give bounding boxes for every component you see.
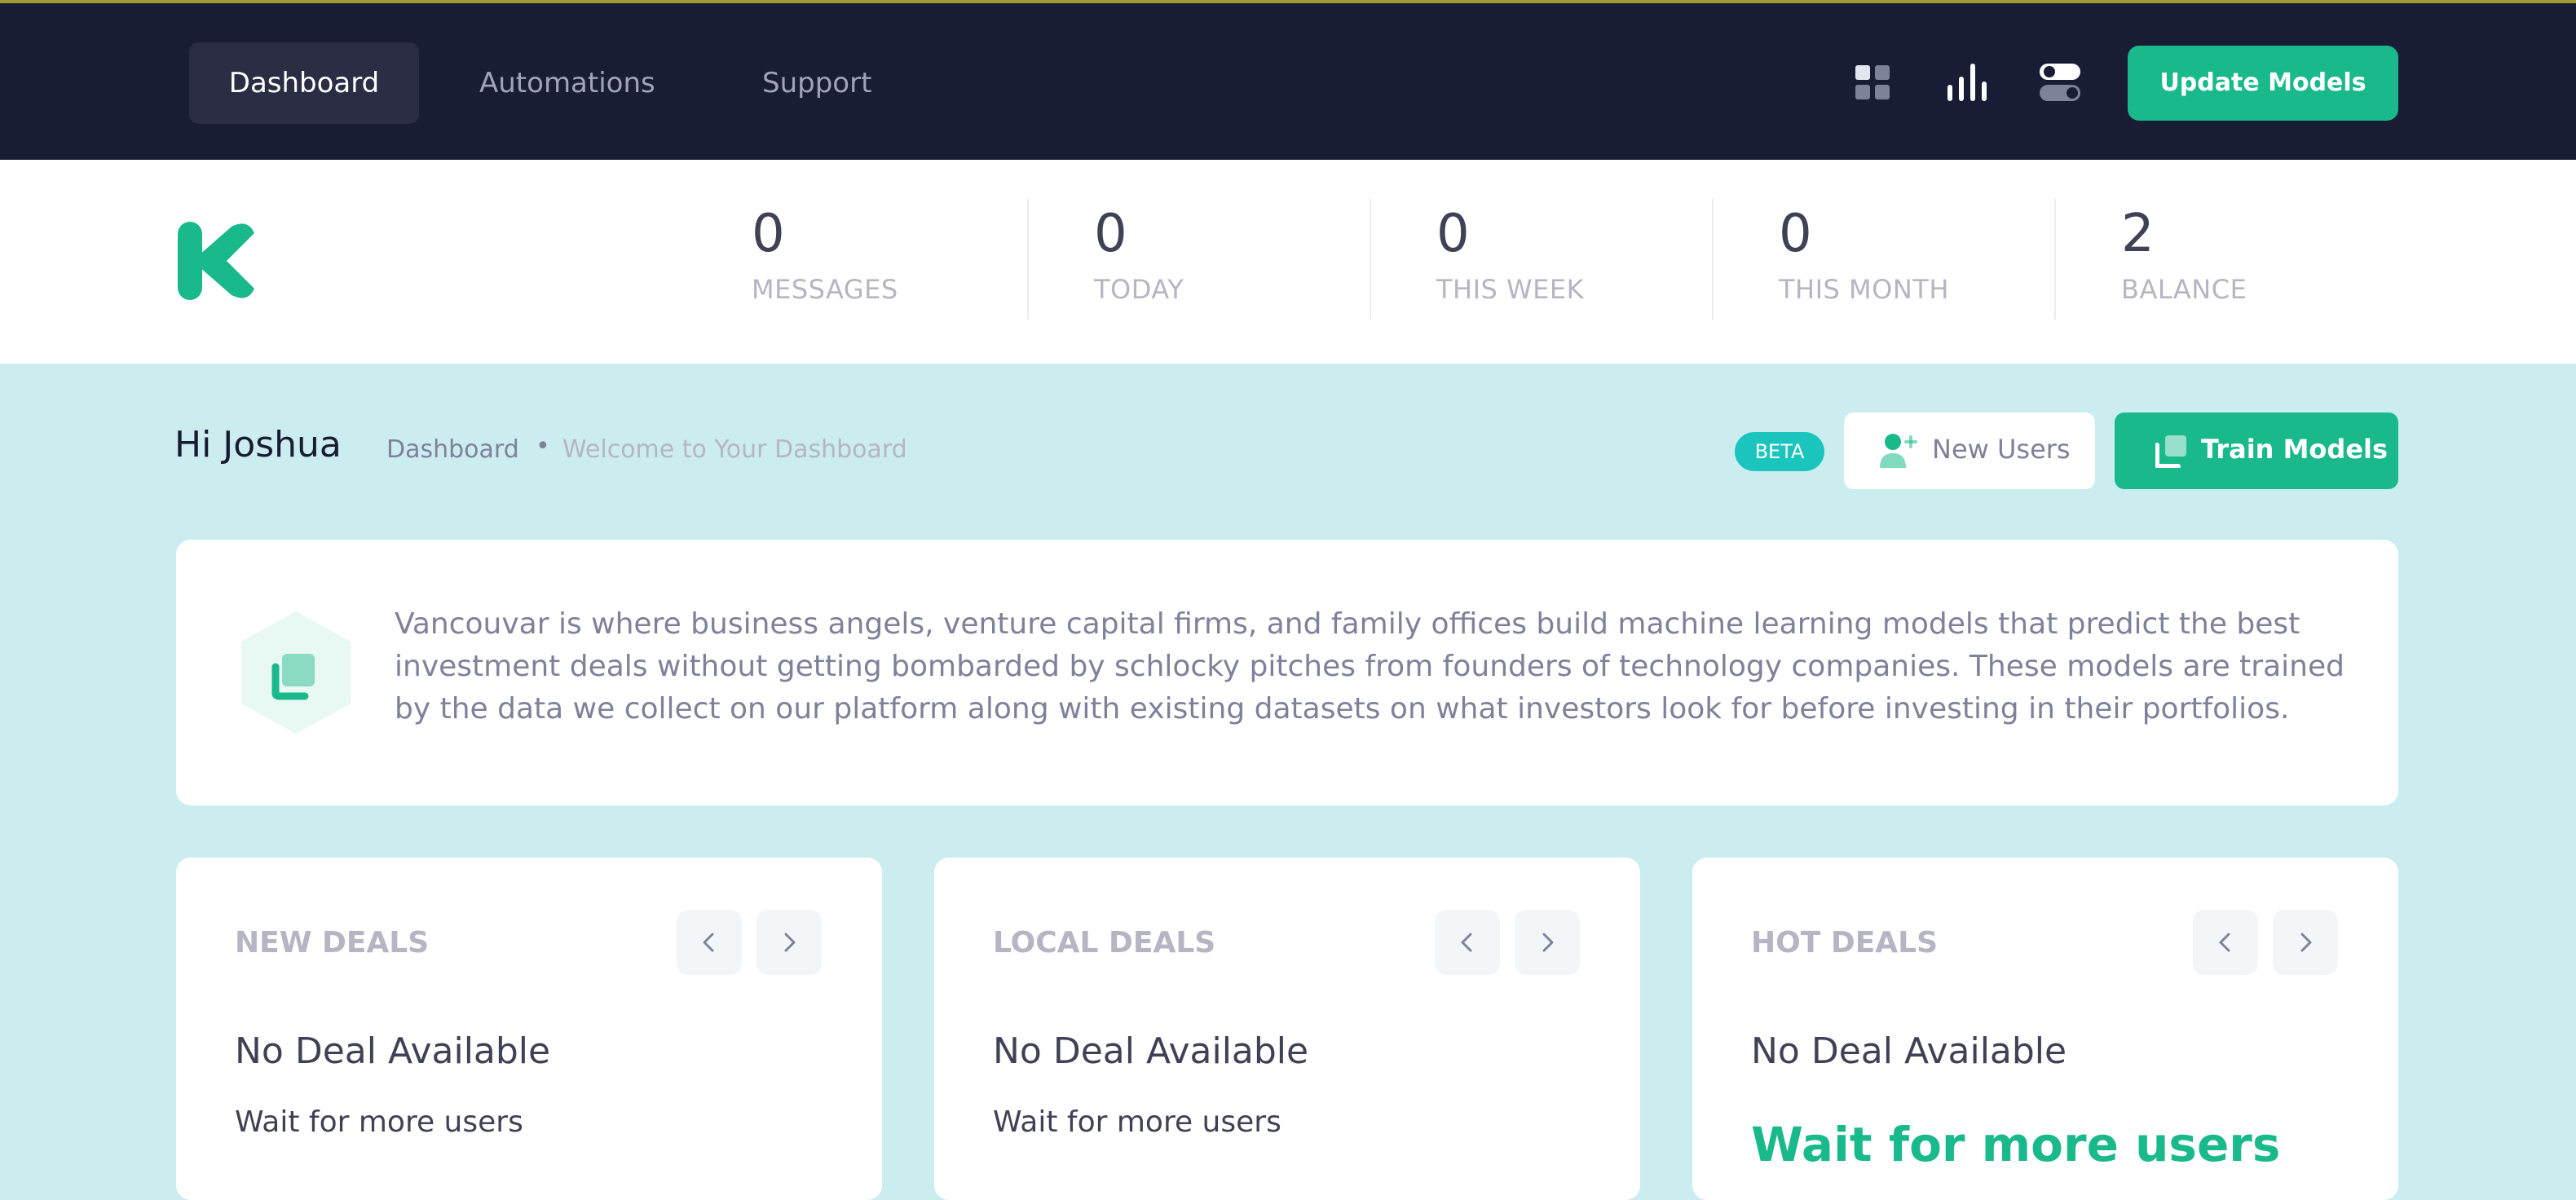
stat-messages: 0 MESSAGES [752, 202, 1061, 305]
nav-support[interactable]: Support [762, 42, 871, 124]
bar-chart-icon[interactable] [1944, 60, 1990, 106]
next-button[interactable] [756, 910, 822, 975]
chevron-left-icon [703, 933, 714, 952]
deal-card-hot: HOT DEALS No Deal Available Wait for mor… [1692, 858, 2398, 1200]
top-navbar: Dashboard Automations Support Update Mod… [0, 0, 2576, 160]
info-description: Vancouvar is where business angels, vent… [395, 607, 2344, 726]
stat-value: 0 [1779, 204, 1812, 264]
stat-label: MESSAGES [752, 274, 898, 305]
stat-today: 0 TODAY [1094, 202, 1404, 305]
add-user-icon [1880, 434, 1917, 468]
stat-this-month: 0 THIS MONTH [1779, 202, 2089, 305]
chevron-left-icon [2219, 933, 2230, 952]
prev-button[interactable] [2193, 910, 2258, 975]
train-models-label: Train Models [2201, 434, 2389, 465]
chevron-right-icon [2300, 933, 2312, 952]
chevron-right-icon [1542, 933, 1554, 952]
stat-value: 0 [752, 204, 785, 264]
deal-subtext: Wait for more users [235, 1105, 523, 1139]
grid-icon[interactable] [1850, 60, 1896, 106]
deal-card-title: HOT DEALS [1751, 926, 1939, 960]
chevron-left-icon [1461, 933, 1472, 952]
layers-hexagon-icon [241, 611, 351, 734]
deal-heading: No Deal Available [235, 1030, 551, 1072]
nav-automations[interactable]: Automations [479, 42, 655, 124]
deal-card-title: NEW DEALS [235, 926, 430, 960]
deal-card-title: LOCAL DEALS [993, 926, 1216, 960]
update-models-button[interactable]: Update Models [2128, 46, 2398, 121]
breadcrumb-current: Welcome to Your Dashboard [562, 435, 907, 464]
stat-value: 2 [2121, 204, 2155, 264]
brand-logo [178, 222, 254, 300]
train-models-button[interactable]: Train Models [2115, 412, 2398, 489]
deal-heading: No Deal Available [993, 1030, 1309, 1072]
prev-button[interactable] [677, 910, 742, 975]
greeting: Hi Joshua [174, 424, 342, 465]
toggle-icon[interactable] [2038, 60, 2084, 106]
next-button[interactable] [2273, 910, 2338, 975]
deal-card-local: LOCAL DEALS No Deal Available Wait for m… [934, 858, 1640, 1200]
stat-value: 0 [1094, 204, 1127, 264]
stat-balance: 2 BALANCE [2121, 202, 2431, 305]
stat-divider [1027, 199, 1029, 320]
deal-subtext-highlight: Wait for more users [1751, 1117, 2281, 1172]
new-users-button[interactable]: New Users [1844, 412, 2095, 489]
next-button[interactable] [1515, 910, 1580, 975]
stat-value: 0 [1436, 204, 1470, 264]
deal-subtext: Wait for more users [993, 1105, 1281, 1139]
layers-icon [2155, 435, 2186, 468]
stat-divider [2054, 199, 2056, 320]
stat-label: THIS WEEK [1436, 274, 1585, 305]
breadcrumb-dashboard[interactable]: Dashboard [386, 435, 519, 464]
stat-label: THIS MONTH [1779, 274, 1949, 305]
stat-label: TODAY [1094, 274, 1184, 305]
stat-divider [1370, 199, 1371, 320]
nav-dashboard[interactable]: Dashboard [189, 42, 419, 124]
prev-button[interactable] [1435, 910, 1500, 975]
breadcrumb-separator: • [536, 432, 550, 461]
beta-badge: BETA [1735, 432, 1824, 471]
stat-label: BALANCE [2121, 274, 2247, 305]
stat-this-week: 0 THIS WEEK [1436, 202, 1746, 305]
new-users-label: New Users [1932, 434, 2071, 465]
stat-divider [1712, 199, 1714, 320]
deal-heading: No Deal Available [1751, 1030, 2067, 1072]
chevron-right-icon [784, 933, 796, 952]
deal-card-new: NEW DEALS No Deal Available Wait for mor… [176, 858, 882, 1200]
